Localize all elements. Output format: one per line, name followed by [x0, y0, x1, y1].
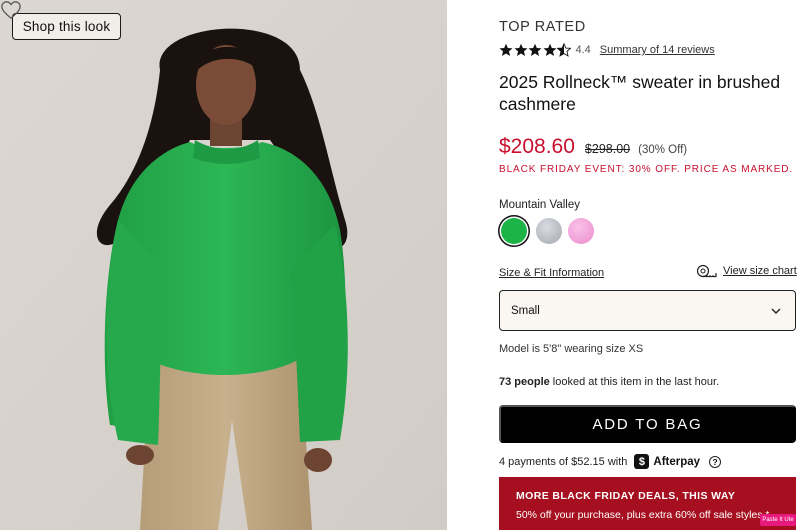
product-title: 2025 Rollneck™ sweater in brushed cashme…	[499, 72, 781, 114]
model-illustration	[0, 0, 447, 530]
color-swatches	[499, 218, 600, 244]
star-half-icon	[557, 43, 571, 57]
reviews-summary-link[interactable]: Summary of 14 reviews	[600, 44, 715, 56]
promo-subtext: 50% off your purchase, plus extra 60% of…	[516, 509, 770, 521]
rating-value: 4.4	[575, 44, 591, 56]
swatch-grey[interactable]	[536, 218, 562, 244]
price-row: $208.60 $298.00 (30% Off)	[499, 135, 687, 159]
viewers-count: 73 people	[499, 376, 550, 388]
top-rated-badge: TOP RATED	[499, 19, 586, 35]
heart-outline-icon[interactable]	[0, 0, 22, 20]
tape-measure-icon	[696, 264, 717, 278]
shop-this-look-button[interactable]: Shop this look	[12, 13, 121, 40]
selected-color-name: Mountain Valley	[499, 199, 580, 211]
original-price: $298.00	[584, 142, 631, 156]
size-select[interactable]: Small	[499, 290, 796, 331]
size-selected-value: Small	[511, 304, 540, 317]
afterpay-name: Afterpay	[653, 455, 701, 468]
discount-label: (30% Off)	[638, 144, 688, 156]
viewers-rest: looked at this item in the last hour.	[549, 376, 720, 388]
afterpay-row: 4 payments of $52.15 with $ Afterpay ?	[499, 453, 722, 470]
help-icon[interactable]: ?	[709, 455, 722, 468]
promo-banner[interactable]: MORE BLACK FRIDAY DEALS, THIS WAY 50% of…	[499, 477, 796, 530]
afterpay-logo-icon: $	[634, 454, 650, 469]
product-photo[interactable]: Shop this look	[0, 0, 447, 530]
view-size-chart-label: View size chart	[723, 265, 797, 277]
star-full-icon	[513, 43, 528, 57]
star-rating	[499, 43, 572, 57]
swatch-pink[interactable]	[568, 218, 594, 244]
add-to-bag-button[interactable]: ADD TO BAG	[499, 405, 796, 443]
swatch-green[interactable]	[501, 218, 527, 244]
black-friday-event-text: BLACK FRIDAY EVENT: 30% OFF. PRICE AS MA…	[499, 164, 794, 175]
size-fit-info-link[interactable]: Size & Fit Information	[499, 267, 604, 279]
model-size-info: Model is 5'8" wearing size XS	[499, 343, 644, 355]
overlay-badge[interactable]: Paste It Ute	[760, 514, 796, 526]
view-size-chart-link[interactable]: View size chart	[695, 264, 797, 278]
star-full-icon	[499, 43, 513, 57]
promo-heading: MORE BLACK FRIDAY DEALS, THIS WAY	[516, 490, 736, 502]
afterpay-installments: 4 payments of $52.15 with	[499, 455, 628, 468]
rating-row: 4.4 Summary of 14 reviews	[499, 41, 715, 59]
sale-price: $208.60	[499, 135, 575, 158]
star-full-icon	[528, 43, 542, 57]
chevron-down-icon	[771, 308, 781, 314]
afterpay-logo: $ Afterpay	[634, 454, 700, 469]
star-full-icon	[542, 43, 557, 57]
viewers-count-text: 73 people looked at this item in the las…	[499, 376, 719, 388]
